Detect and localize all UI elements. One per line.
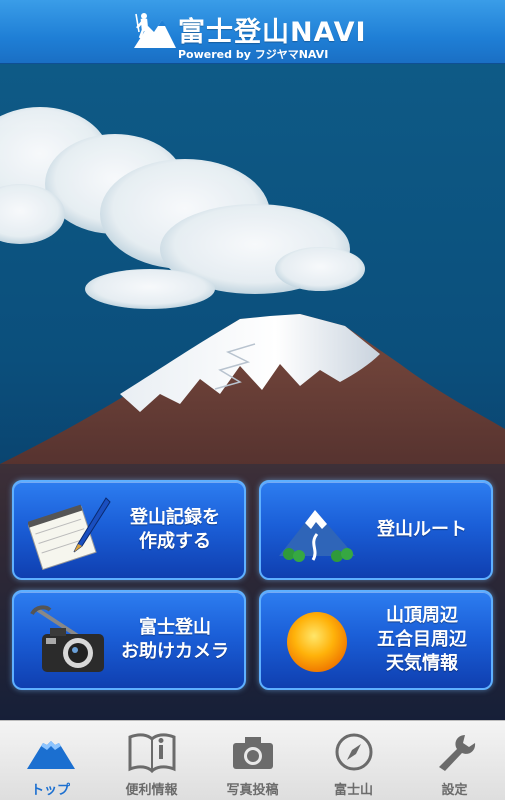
book-info-icon: [128, 733, 175, 773]
route-button[interactable]: 登山ルート: [259, 480, 493, 580]
weather-button[interactable]: 山頂周辺 五合目周辺 天気情報: [259, 590, 493, 690]
main-menu: 登山記録を 作成する 登山ルート 富士登山 お助けカメラ 山頂周辺 五合目周辺 …: [0, 470, 505, 720]
tab-photo-post[interactable]: 写真投稿: [202, 721, 303, 800]
app-subtitle: Powered by フジヤマNAVI: [178, 48, 329, 61]
mountain-icon: [26, 741, 75, 769]
tab-useful-info[interactable]: 便利情報: [101, 721, 202, 800]
cloud: [0, 107, 365, 309]
record-button[interactable]: 登山記録を 作成する: [12, 480, 246, 580]
tab-top[interactable]: トップ: [0, 721, 101, 800]
tab-bar: トップ 便利情報 写真投稿 富士山 設定: [0, 720, 505, 800]
compass-icon: [335, 733, 372, 771]
mountain-route-icon: [279, 510, 355, 562]
camera-pickaxe-icon: [30, 605, 104, 672]
camera-helper-button-label: 富士登山 お助けカメラ: [121, 617, 229, 662]
app-title: 富士登山NAVI: [178, 17, 367, 48]
notepad-pen-icon: [28, 497, 111, 570]
route-button-label: 登山ルート: [377, 519, 467, 540]
sun-icon: [287, 612, 347, 672]
app-logo: 富士登山NAVI Powered by フジヤマNAVI: [132, 6, 372, 61]
tab-settings[interactable]: 設定: [404, 721, 505, 800]
weather-button-label: 山頂周辺 五合目周辺 天気情報: [377, 605, 467, 674]
tab-mt-fuji[interactable]: 富士山: [303, 721, 404, 800]
camera-icon: [232, 737, 273, 769]
app-header: 富士登山NAVI Powered by フジヤマNAVI: [0, 0, 505, 64]
camera-helper-button[interactable]: 富士登山 お助けカメラ: [12, 590, 246, 690]
wrench-icon: [438, 735, 475, 771]
climber-mountain-icon: [134, 13, 176, 48]
record-button-label: 登山記録を 作成する: [130, 507, 220, 552]
